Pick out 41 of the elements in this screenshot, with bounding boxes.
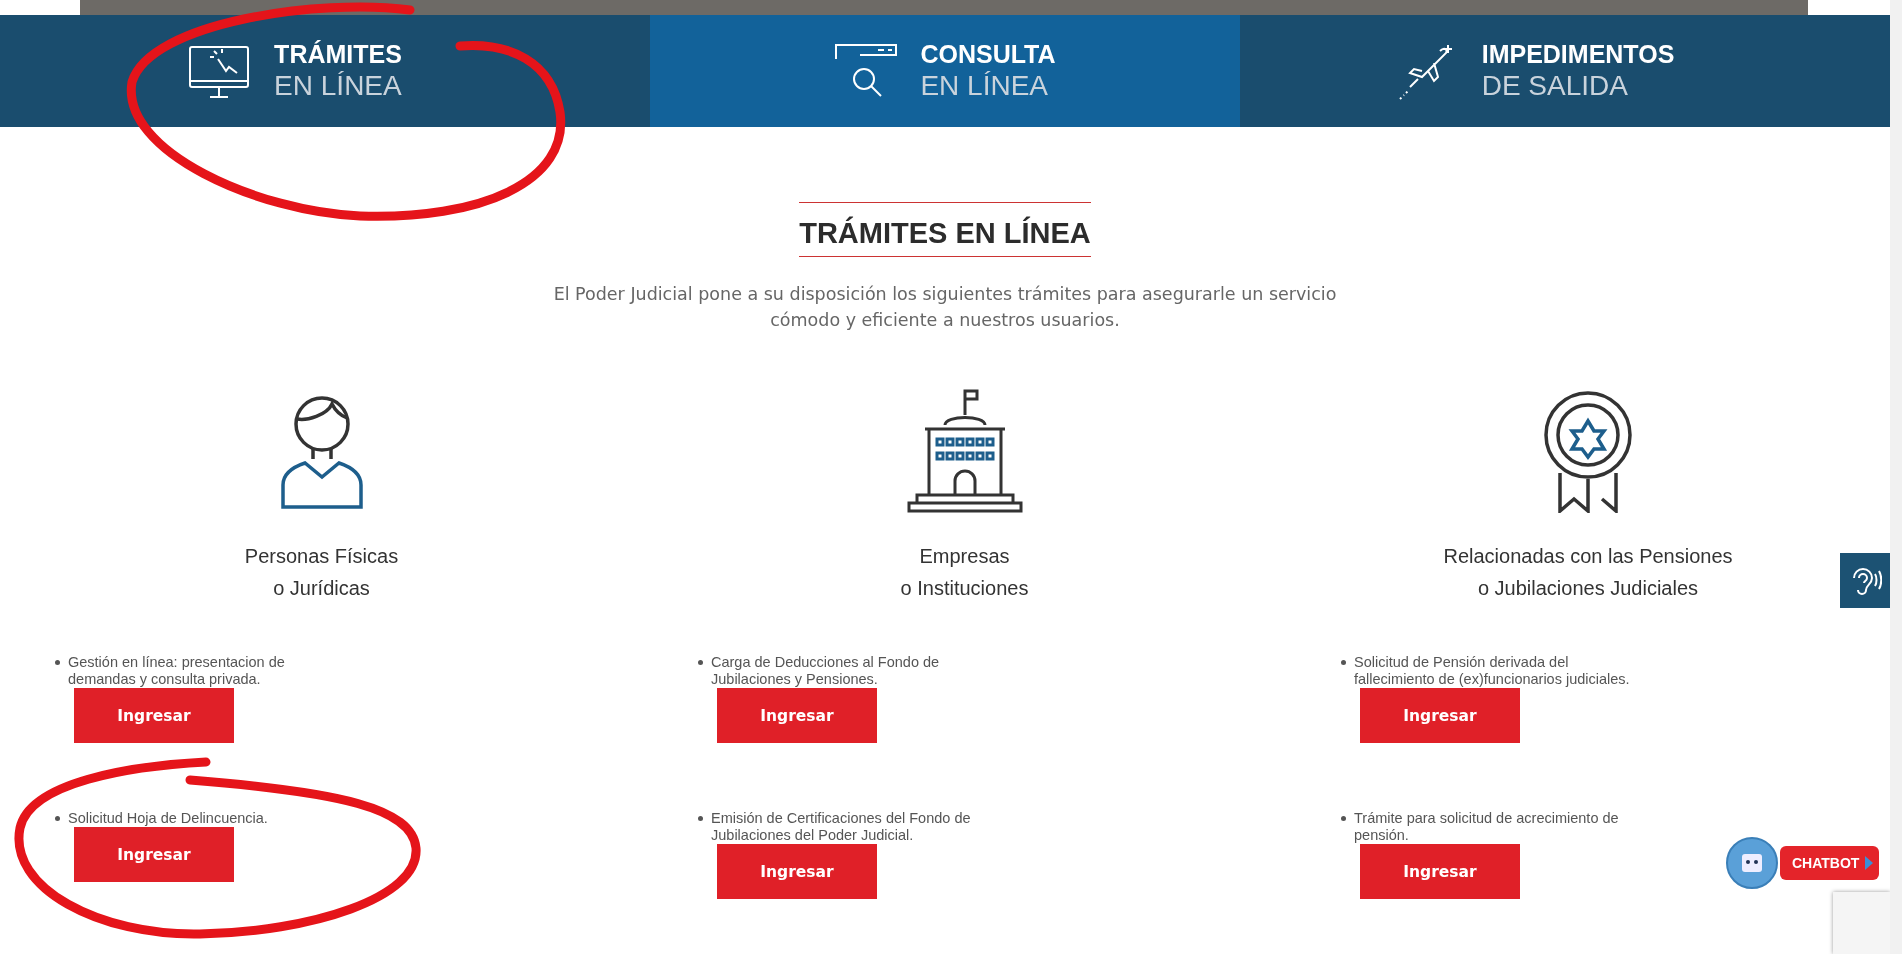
nav-tab[interactable]: IMPEDIMENTOS DE SALIDA xyxy=(1240,15,1890,127)
item-description: Solicitud Hoja de Delincuencia. xyxy=(68,810,268,827)
category-title: Relacionadas con las Pensiones xyxy=(1443,544,1733,569)
ingresar-button[interactable]: Ingresar xyxy=(1360,844,1520,899)
ingresar-button[interactable]: Ingresar xyxy=(74,688,234,743)
category-title: Empresas xyxy=(919,544,1010,569)
category-title: o Instituciones xyxy=(900,576,1029,601)
item-description: Emisión de Certificaciones del Fondo de Jubilaciones del Poder Judicial. xyxy=(711,810,972,844)
caret-icon xyxy=(1865,856,1874,870)
ingresar-button[interactable]: Ingresar xyxy=(717,844,877,899)
bullet-icon xyxy=(55,660,60,665)
category-title: Personas Físicas xyxy=(244,544,399,569)
ingresar-button[interactable]: Ingresar xyxy=(74,827,234,882)
tab-subtitle: EN LÍNEA xyxy=(920,69,1049,103)
item-description: Gestión en línea: presentacion de demandas y consulta privada. xyxy=(68,654,286,688)
tab-subtitle: EN LÍNEA xyxy=(274,69,402,103)
item-description: Solicitud de Pensión derivada del fallecimiento de (ex)funcionarios judiciales. xyxy=(1354,654,1631,688)
item-description: Carga de Deducciones al Fondo de Jubilaciones y Pensiones. xyxy=(711,654,941,688)
bullet-icon xyxy=(1341,660,1346,665)
bullet-icon xyxy=(55,816,60,821)
bullet-icon xyxy=(698,816,703,821)
ingresar-button[interactable]: Ingresar xyxy=(1360,688,1520,743)
item-description: Trámite para solicitud de acrecimiento de pensión. xyxy=(1354,810,1620,844)
tab-subtitle: DE SALIDA xyxy=(1481,69,1629,103)
category-title: o Jubilaciones Judiciales xyxy=(1477,576,1699,601)
intro-paragraph: El Poder Judicial pone a su disposición los siguientes trámites para asegurarle un servicio cómodo y eficiente a nuestros usuarios. xyxy=(552,283,1338,332)
recaptcha-badge xyxy=(1833,892,1890,954)
bullet-icon xyxy=(698,660,703,665)
tab-title: IMPEDIMENTOS xyxy=(1481,39,1675,69)
nav-tab[interactable]: CONSULTA EN LÍNEA xyxy=(650,15,1240,127)
chatbot-button[interactable]: CHATBOT xyxy=(1780,846,1880,880)
robot-avatar-icon xyxy=(1726,837,1778,889)
accessibility-button[interactable] xyxy=(1840,553,1890,608)
tab-title: CONSULTA xyxy=(920,39,1056,69)
tab-title: TRÁMITES xyxy=(274,39,402,69)
chatbot-label: CHATBOT xyxy=(1792,855,1860,871)
section-heading: TRÁMITES EN LÍNEA xyxy=(799,202,1091,257)
category-title: o Jurídicas xyxy=(273,576,370,601)
nav-tab[interactable]: TRÁMITES EN LÍNEA xyxy=(0,15,650,127)
bullet-icon xyxy=(1341,816,1346,821)
ingresar-button[interactable]: Ingresar xyxy=(717,688,877,743)
